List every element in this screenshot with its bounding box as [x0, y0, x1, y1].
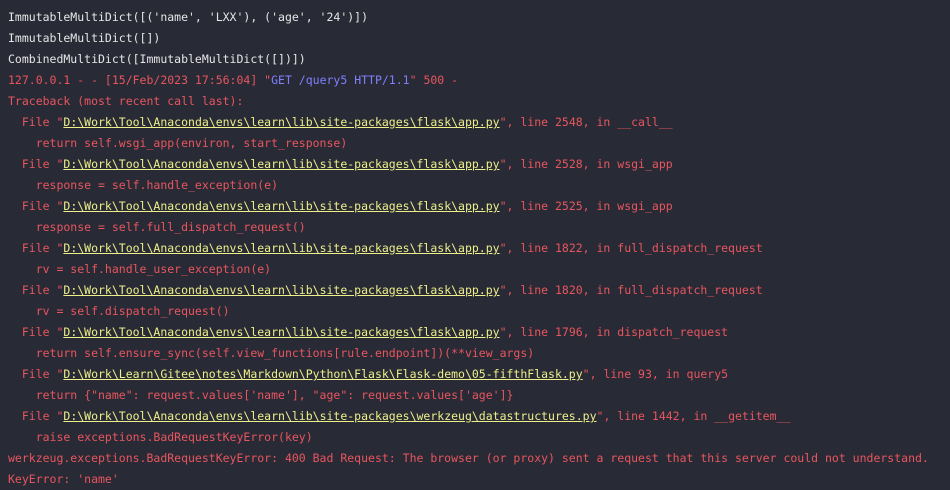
output-text: rv = self.handle_user_exception(e): [8, 262, 272, 276]
file-path-link[interactable]: D:\Work\Tool\Anaconda\envs\learn\lib\sit…: [63, 115, 499, 129]
terminal-line: response = self.full_dispatch_request(): [8, 217, 950, 238]
output-text: ", line 1820, in full_dispatch_request: [499, 283, 763, 297]
terminal-line: return {"name": request.values['name'], …: [8, 385, 950, 406]
terminal-line: return self.ensure_sync(self.view_functi…: [8, 343, 950, 364]
output-text: ImmutableMultiDict([('name', 'LXX'), ('a…: [8, 10, 369, 24]
output-text: return self.wsgi_app(environ, start_resp…: [8, 136, 348, 150]
file-path-link[interactable]: D:\Work\Tool\Anaconda\envs\learn\lib\sit…: [63, 241, 499, 255]
terminal-line: ImmutableMultiDict([]): [8, 28, 950, 49]
output-text: ", line 1442, in __getitem__: [596, 409, 791, 423]
output-text: ", line 93, in query5: [582, 367, 729, 381]
output-text: File ": [8, 283, 64, 297]
terminal-line: return self.wsgi_app(environ, start_resp…: [8, 133, 950, 154]
file-path-link[interactable]: D:\Work\Tool\Anaconda\envs\learn\lib\sit…: [63, 409, 596, 423]
terminal-line: KeyError: 'name': [8, 469, 950, 490]
terminal-line: File "D:\Work\Tool\Anaconda\envs\learn\l…: [8, 280, 950, 301]
terminal-line: werkzeug.exceptions.BadRequestKeyError: …: [8, 448, 950, 469]
output-text: ImmutableMultiDict([]): [8, 31, 161, 45]
output-text: ", line 1822, in full_dispatch_request: [499, 241, 763, 255]
output-text: ", line 1796, in dispatch_request: [499, 325, 729, 339]
output-text: File ": [8, 367, 64, 381]
terminal-line: rv = self.dispatch_request(): [8, 301, 950, 322]
output-text: File ": [8, 115, 64, 129]
output-text: rv = self.dispatch_request(): [8, 304, 230, 318]
output-text: raise exceptions.BadRequestKeyError(key): [8, 430, 313, 444]
terminal-line: File "D:\Work\Tool\Anaconda\envs\learn\l…: [8, 322, 950, 343]
output-text: ", line 2548, in __call__: [499, 115, 673, 129]
output-text: return {"name": request.values['name'], …: [8, 388, 514, 402]
output-text: CombinedMultiDict([ImmutableMultiDict([]…: [8, 52, 306, 66]
terminal-line: ImmutableMultiDict([('name', 'LXX'), ('a…: [8, 7, 950, 28]
terminal-line: rv = self.handle_user_exception(e): [8, 259, 950, 280]
terminal-line: File "D:\Work\Tool\Anaconda\envs\learn\l…: [8, 406, 950, 427]
terminal-line: File "D:\Work\Tool\Anaconda\envs\learn\l…: [8, 238, 950, 259]
output-text: File ": [8, 199, 64, 213]
output-text: 127.0.0.1 - - [15/Feb/2023 17:56:04] ": [8, 73, 272, 87]
output-text: ", line 2528, in wsgi_app: [499, 157, 673, 171]
output-text: response = self.full_dispatch_request(): [8, 220, 306, 234]
output-text: Traceback (most recent call last):: [8, 94, 244, 108]
file-path-link[interactable]: D:\Work\Tool\Anaconda\envs\learn\lib\sit…: [63, 157, 499, 171]
terminal-line: File "D:\Work\Learn\Gitee\notes\Markdown…: [8, 364, 950, 385]
terminal-line: 127.0.0.1 - - [15/Feb/2023 17:56:04] "GE…: [8, 70, 950, 91]
file-path-link[interactable]: D:\Work\Tool\Anaconda\envs\learn\lib\sit…: [63, 283, 499, 297]
output-text: File ": [8, 241, 64, 255]
terminal-line: response = self.handle_exception(e): [8, 175, 950, 196]
output-text: File ": [8, 409, 64, 423]
output-text: return self.ensure_sync(self.view_functi…: [8, 346, 535, 360]
request-line: GET /query5 HTTP/1.1: [271, 73, 410, 87]
output-text: ", line 2525, in wsgi_app: [499, 199, 673, 213]
file-path-link[interactable]: D:\Work\Tool\Anaconda\envs\learn\lib\sit…: [63, 325, 499, 339]
terminal-line: File "D:\Work\Tool\Anaconda\envs\learn\l…: [8, 112, 950, 133]
terminal-output: ImmutableMultiDict([('name', 'LXX'), ('a…: [0, 0, 950, 490]
output-text: " 500 -: [409, 73, 459, 87]
file-path-link[interactable]: D:\Work\Tool\Anaconda\envs\learn\lib\sit…: [63, 199, 499, 213]
output-text: werkzeug.exceptions.BadRequestKeyError: …: [8, 451, 929, 465]
output-text: File ": [8, 157, 64, 171]
output-text: response = self.handle_exception(e): [8, 178, 279, 192]
terminal-line: CombinedMultiDict([ImmutableMultiDict([]…: [8, 49, 950, 70]
output-text: File ": [8, 325, 64, 339]
terminal-line: Traceback (most recent call last):: [8, 91, 950, 112]
terminal-line: File "D:\Work\Tool\Anaconda\envs\learn\l…: [8, 196, 950, 217]
terminal-line: raise exceptions.BadRequestKeyError(key): [8, 427, 950, 448]
terminal-line: File "D:\Work\Tool\Anaconda\envs\learn\l…: [8, 154, 950, 175]
file-path-link[interactable]: D:\Work\Learn\Gitee\notes\Markdown\Pytho…: [63, 367, 582, 381]
